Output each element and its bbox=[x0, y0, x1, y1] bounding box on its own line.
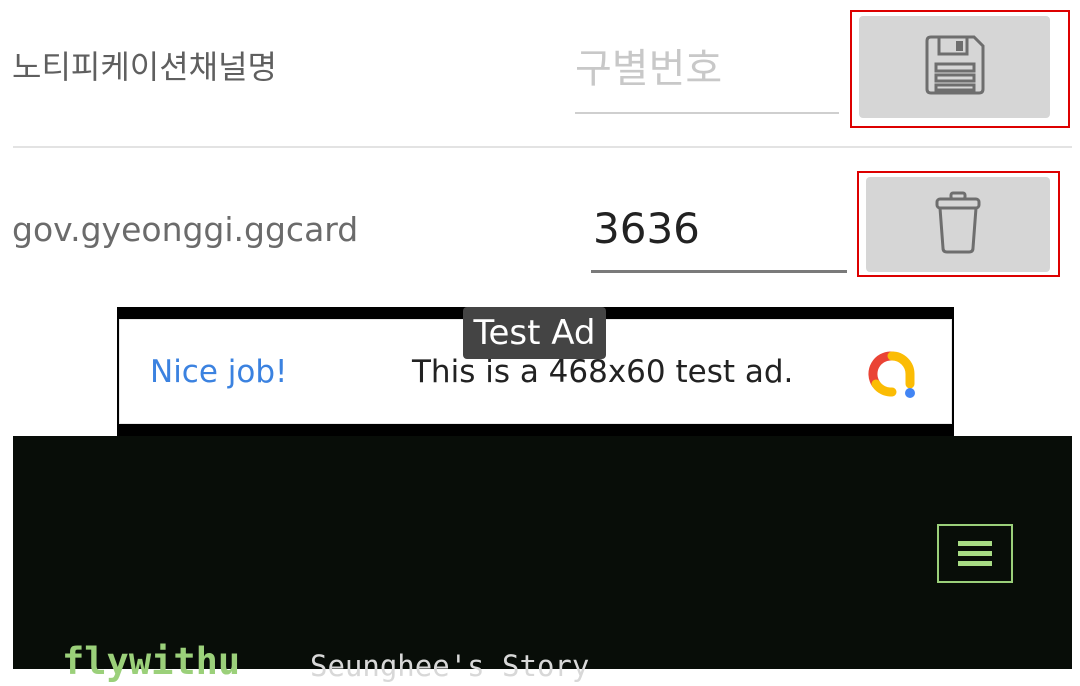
site-title[interactable]: flywithu bbox=[62, 640, 240, 684]
notification-channel-label: 노티피케이션채널명 bbox=[12, 48, 277, 86]
floppy-disk-icon bbox=[922, 32, 988, 102]
id-value-field[interactable]: 3636 bbox=[591, 194, 847, 273]
test-ad-badge: Test Ad bbox=[463, 307, 606, 359]
id-value-text: 3636 bbox=[593, 204, 700, 253]
save-button[interactable] bbox=[859, 16, 1050, 118]
delete-button[interactable] bbox=[866, 177, 1050, 272]
site-tagline: Seunghee's Story bbox=[310, 649, 590, 683]
admob-logo-icon bbox=[862, 344, 922, 404]
channel-id-input-wrapper bbox=[575, 34, 839, 114]
channel-id-input[interactable] bbox=[575, 34, 839, 104]
ad-headline: Nice job! bbox=[150, 354, 288, 390]
trash-can-icon bbox=[932, 190, 984, 260]
website-preview bbox=[13, 436, 1072, 669]
hamburger-menu-icon[interactable] bbox=[937, 524, 1013, 583]
package-name-label: gov.gyeonggi.ggcard bbox=[12, 210, 359, 249]
row-divider bbox=[13, 146, 1072, 148]
